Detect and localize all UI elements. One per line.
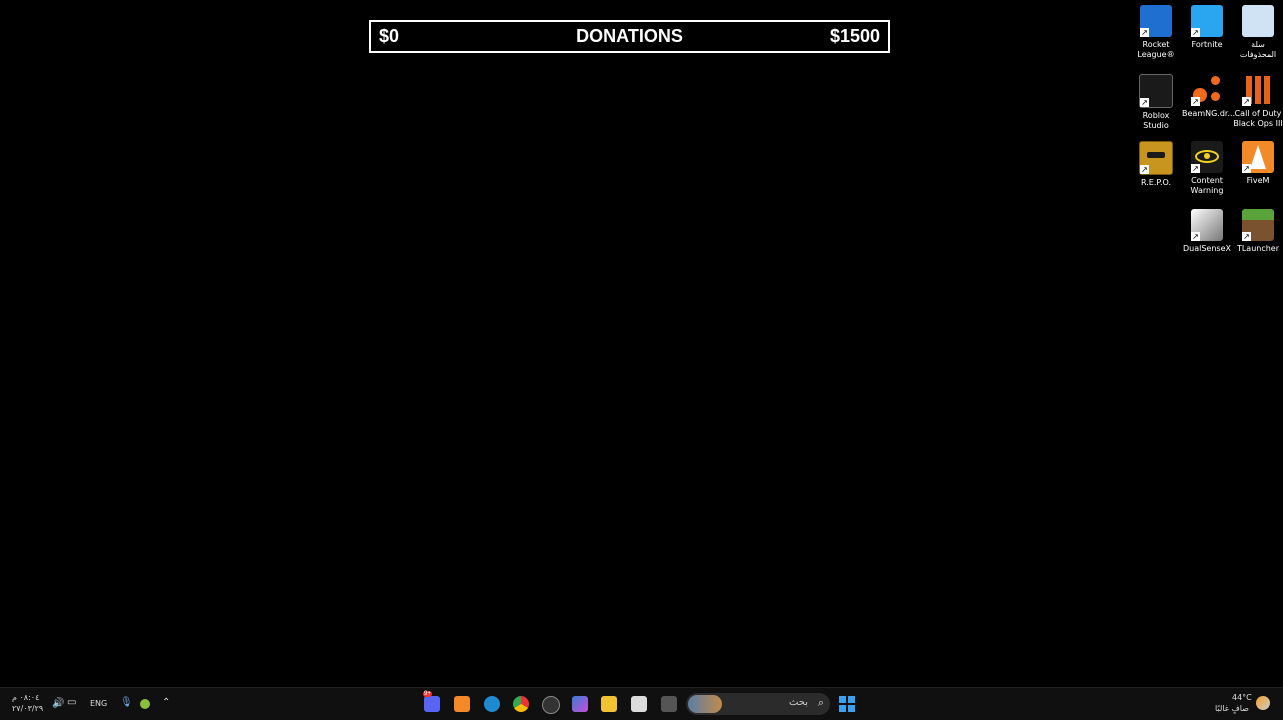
donation-max: $1500 [829, 26, 880, 46]
desktop-icon-fivem[interactable]: ↗ FiveM [1233, 141, 1283, 186]
icon-label: Fortnite [1191, 40, 1223, 49]
icon-label: BeamNG.dr... [1182, 109, 1236, 118]
desktop-icon-dualsensex[interactable]: ↗ DualSenseX [1182, 209, 1232, 254]
taskbar: ٠٨:٠٤ م ٢٧/٠٣/٢٩ 🔊 ▭ ENG 🎙 ⌃ 9+ بحث ⌕ 44… [0, 687, 1283, 720]
discord-icon[interactable] [424, 696, 440, 712]
roblox-studio-icon: ↗ [1139, 74, 1173, 108]
icon-label: Roblox Studio [1142, 111, 1170, 130]
fortnite-icon: ↗ [1191, 5, 1223, 37]
game-launcher-icon[interactable] [542, 696, 560, 714]
desktop-icon-beamng[interactable]: ↗ BeamNG.dr... [1182, 74, 1236, 119]
icon-label: DualSenseX [1183, 244, 1231, 253]
icon-label: Rocket League® [1137, 40, 1175, 59]
clock-time[interactable]: ٠٨:٠٤ م [12, 693, 39, 702]
icon-label: R.E.P.O. [1140, 178, 1172, 187]
chrome-icon[interactable] [513, 696, 529, 712]
start-button[interactable] [839, 696, 855, 712]
language-indicator[interactable]: ENG [90, 699, 107, 708]
chevron-up-icon[interactable]: ⌃ [162, 697, 170, 708]
network-icon[interactable]: ▭ [67, 697, 76, 708]
black-ops-icon: ↗ [1242, 74, 1274, 106]
icon-label: Content Warning [1190, 176, 1224, 195]
repo-icon: ↗ [1139, 141, 1173, 175]
icon-label: TLauncher [1236, 244, 1280, 253]
desktop-icon-repo[interactable]: ↗ R.E.P.O. [1131, 141, 1181, 188]
fivem-taskbar-icon[interactable] [454, 696, 470, 712]
desktop-icon-recycle-bin[interactable]: سلة المحذوفات [1233, 5, 1283, 60]
store-icon[interactable] [631, 696, 647, 712]
desktop-icon-tlauncher[interactable]: ↗ TLauncher [1233, 209, 1283, 254]
desktop-icon-content-warning[interactable]: ↗ Content Warning [1182, 141, 1232, 196]
search-highlight-image [688, 695, 722, 713]
clock-date[interactable]: ٢٧/٠٣/٢٩ [12, 704, 43, 713]
content-warning-icon: ↗ [1191, 141, 1223, 173]
donation-bar: $0 DONATIONS $1500 [369, 20, 890, 53]
donation-title: DONATIONS [576, 26, 683, 46]
desktop-icon-fortnite[interactable]: ↗ Fortnite [1182, 5, 1232, 50]
beamng-icon: ↗ [1191, 74, 1223, 106]
volume-icon[interactable]: 🔊 [52, 698, 64, 709]
tlauncher-icon: ↗ [1242, 209, 1274, 241]
search-box[interactable]: بحث ⌕ [686, 693, 830, 715]
icon-label: FiveM [1246, 176, 1270, 185]
dualsensex-icon: ↗ [1191, 209, 1223, 241]
icon-label: Call of Duty Black Ops III [1233, 109, 1283, 128]
notification-badge: 9+ [423, 691, 432, 697]
search-placeholder: بحث [788, 697, 808, 708]
file-explorer-icon[interactable] [601, 696, 617, 712]
desktop-icon-rocket-league[interactable]: ↗ Rocket League® [1131, 5, 1181, 60]
weather-description[interactable]: صافٍ غالبًا [1215, 704, 1249, 713]
recycle-bin-icon [1242, 5, 1274, 37]
copilot-icon[interactable] [572, 696, 588, 712]
edge-icon[interactable] [484, 696, 500, 712]
weather-icon[interactable] [1256, 696, 1270, 710]
fivem-icon: ↗ [1242, 141, 1274, 173]
rocket-league-icon: ↗ [1140, 5, 1172, 37]
donation-min: $0 [379, 26, 400, 46]
task-view-icon[interactable] [661, 696, 677, 712]
desktop-icon-roblox-studio[interactable]: ↗ Roblox Studio [1131, 74, 1181, 131]
microphone-icon[interactable]: 🎙 [120, 697, 133, 708]
weather-temp[interactable]: 44°C [1232, 693, 1252, 702]
icon-label: سلة المحذوفات [1239, 40, 1277, 59]
search-icon: ⌕ [817, 697, 824, 709]
app-tray-icon[interactable] [140, 699, 150, 709]
desktop-icon-call-of-duty[interactable]: ↗ Call of Duty Black Ops III [1233, 74, 1283, 129]
